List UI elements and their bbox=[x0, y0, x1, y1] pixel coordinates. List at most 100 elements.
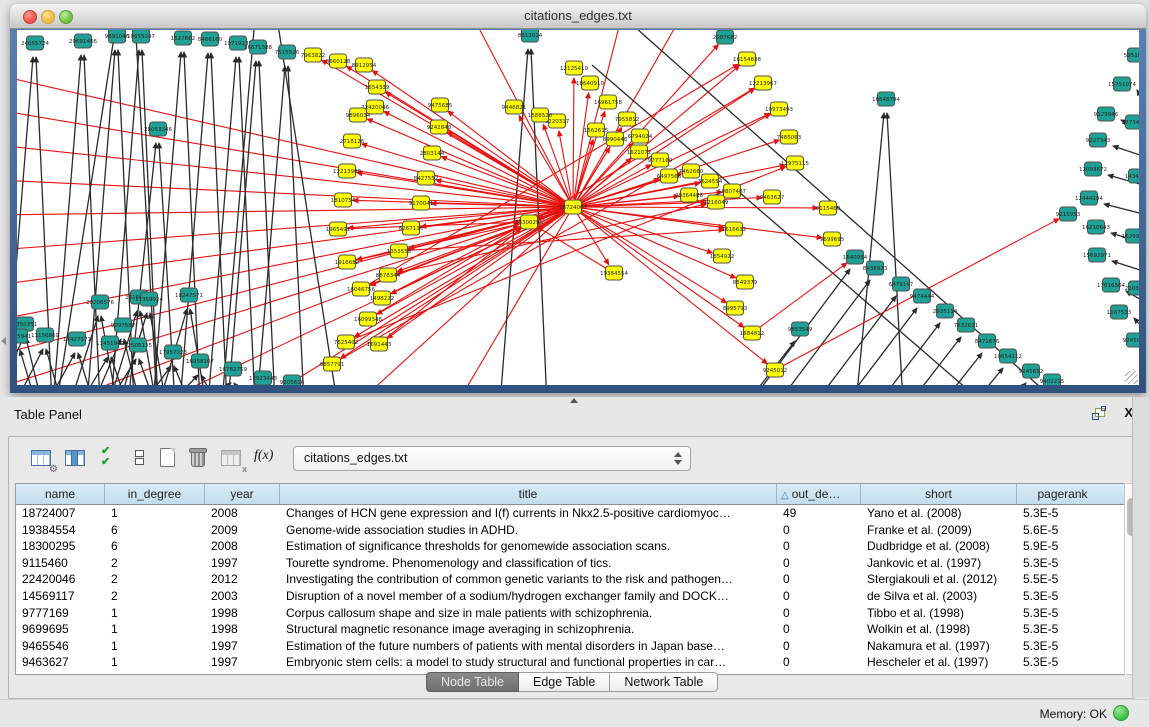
black-edge[interactable] bbox=[1113, 146, 1139, 156]
red-edge[interactable] bbox=[580, 212, 744, 328]
black-edge[interactable] bbox=[17, 338, 23, 385]
network-node[interactable]: 1616632 bbox=[722, 222, 747, 236]
red-edge[interactable] bbox=[339, 114, 770, 360]
red-edge[interactable] bbox=[758, 263, 847, 328]
network-node[interactable]: 1684812 bbox=[740, 326, 765, 340]
table-selector-dropdown[interactable]: citations_edges.txt bbox=[293, 446, 691, 471]
network-node[interactable]: 5951074 bbox=[1124, 48, 1139, 62]
network-node[interactable]: 16154838 bbox=[733, 52, 761, 66]
network-node[interactable]: 9891046 bbox=[105, 30, 130, 43]
network-node[interactable]: 12444194 bbox=[1075, 191, 1103, 205]
black-edge[interactable] bbox=[1112, 261, 1139, 271]
network-node[interactable]: 18640910 bbox=[576, 76, 604, 90]
black-edge[interactable] bbox=[208, 57, 236, 385]
network-node[interactable]: 11451942 bbox=[96, 336, 124, 350]
black-edge[interactable] bbox=[184, 52, 200, 385]
network-node[interactable]: 9857791 bbox=[320, 357, 345, 371]
network-node[interactable]: 8995793 bbox=[723, 301, 748, 315]
red-edge[interactable] bbox=[581, 207, 818, 208]
network-node[interactable]: 1621072 bbox=[627, 145, 652, 159]
column-header-title[interactable]: title bbox=[280, 484, 777, 504]
new-column-button[interactable] bbox=[155, 445, 181, 471]
network-node[interactable]: 9115460 bbox=[816, 201, 841, 215]
network-node[interactable]: 8427552 bbox=[414, 171, 439, 185]
network-node[interactable]: 20364486 bbox=[675, 188, 703, 202]
network-canvas[interactable]: 1872400718300295947568522420046989603492… bbox=[17, 30, 1139, 385]
network-node[interactable]: 9402215 bbox=[1040, 374, 1065, 385]
network-node[interactable]: 9245652 bbox=[1019, 364, 1044, 378]
network-node[interactable]: 1854922 bbox=[710, 249, 735, 263]
network-node[interactable]: 3624554 bbox=[698, 174, 723, 188]
network-node[interactable]: 8813014 bbox=[518, 30, 543, 42]
network-node[interactable]: 16958107 bbox=[186, 354, 214, 368]
column-header-pagerank[interactable]: pagerank bbox=[1017, 484, 1108, 504]
network-node[interactable]: 8938923 bbox=[863, 261, 888, 275]
window-titlebar[interactable]: citations_edges.txt bbox=[10, 4, 1146, 29]
network-node[interactable]: 9129946 bbox=[1094, 107, 1119, 121]
network-node[interactable]: 7515526 bbox=[275, 45, 300, 59]
red-edge[interactable] bbox=[543, 124, 570, 199]
network-node[interactable]: 24055724 bbox=[21, 36, 49, 50]
network-node[interactable]: 9699695 bbox=[820, 232, 845, 246]
resize-grip[interactable] bbox=[1125, 371, 1138, 384]
network-node[interactable]: 1498222 bbox=[370, 291, 395, 305]
table-row[interactable]: 911546021997Tourette syndrome. Phenomeno… bbox=[16, 555, 1125, 572]
network-node[interactable]: 1629964 bbox=[1122, 229, 1139, 243]
network-node[interactable]: 12975115 bbox=[781, 156, 809, 170]
black-edge[interactable] bbox=[1134, 318, 1139, 328]
network-node[interactable]: 16210643 bbox=[1082, 220, 1110, 234]
black-edge[interactable] bbox=[277, 30, 337, 385]
column-header-out_de[interactable]: △out_de… bbox=[777, 484, 861, 504]
network-node[interactable]: 9245012 bbox=[763, 363, 788, 377]
network-node[interactable]: 9475685 bbox=[428, 98, 453, 112]
network-node[interactable]: 8660128 bbox=[326, 54, 351, 68]
network-node[interactable]: 1353558 bbox=[387, 244, 412, 258]
tab-edge-table[interactable]: Edge Table bbox=[519, 672, 610, 692]
network-node[interactable]: 8990448 bbox=[603, 132, 628, 146]
black-edge[interactable] bbox=[1137, 90, 1139, 100]
network-node[interactable]: 9777169 bbox=[648, 153, 673, 167]
network-node[interactable]: 18247571 bbox=[175, 288, 203, 302]
black-edge[interactable] bbox=[46, 349, 62, 385]
column-header-in_degree[interactable]: in_degree bbox=[105, 484, 205, 504]
network-node[interactable]: 12213969 bbox=[333, 164, 361, 178]
table-row[interactable]: 969969511998Structural magnetic resonanc… bbox=[16, 621, 1125, 638]
network-node[interactable]: 9245052 bbox=[1123, 333, 1139, 347]
float-panel-icon[interactable] bbox=[1092, 407, 1105, 420]
network-node[interactable]: 2103654 bbox=[1125, 281, 1139, 295]
black-edge[interactable] bbox=[70, 316, 98, 385]
network-node[interactable]: 1916682 bbox=[335, 255, 360, 269]
black-edge[interactable] bbox=[973, 368, 1003, 385]
row-height-button[interactable] bbox=[127, 445, 153, 471]
network-node[interactable]: 2803144 bbox=[420, 146, 445, 160]
red-edge[interactable] bbox=[17, 145, 573, 207]
network-node[interactable]: 7963822 bbox=[301, 48, 326, 62]
network-node[interactable]: 6479197 bbox=[889, 277, 914, 291]
network-node[interactable]: 16099348 bbox=[354, 312, 382, 326]
network-node[interactable]: 8549379 bbox=[733, 275, 758, 289]
splitter-handle[interactable] bbox=[570, 398, 578, 403]
black-edge[interactable] bbox=[1007, 383, 1026, 385]
network-node[interactable]: 6794024 bbox=[628, 129, 653, 143]
red-edge[interactable] bbox=[580, 210, 736, 278]
network-node[interactable]: 1965491 bbox=[326, 222, 351, 236]
black-edge[interactable] bbox=[203, 383, 231, 385]
table-row[interactable]: 2242004622012Investigating the contribut… bbox=[16, 571, 1125, 588]
network-node[interactable]: 9446821 bbox=[502, 100, 527, 114]
network-node[interactable]: 2718126 bbox=[340, 134, 365, 148]
network-node[interactable]: 12213967 bbox=[749, 76, 777, 90]
network-node[interactable]: 19384554 bbox=[600, 266, 628, 280]
black-edge[interactable] bbox=[942, 353, 982, 385]
panel-collapse-arrow[interactable] bbox=[1, 337, 6, 345]
network-node[interactable]: 15751074 bbox=[1108, 77, 1136, 91]
network-node[interactable]: 9463627 bbox=[760, 190, 785, 204]
network-node[interactable]: 8466160 bbox=[198, 32, 223, 46]
tab-network-table[interactable]: Network Table bbox=[610, 672, 718, 692]
network-node[interactable]: 20206576 bbox=[86, 295, 114, 309]
delete-column-button[interactable] bbox=[185, 445, 211, 471]
red-edge[interactable] bbox=[573, 78, 574, 199]
table-row[interactable]: 977716911998Corpus callosum shape and si… bbox=[16, 605, 1125, 622]
table-row[interactable]: 946554611997Estimation of the future num… bbox=[16, 638, 1125, 655]
network-node[interactable]: 16648794 bbox=[872, 92, 900, 106]
black-edge[interactable] bbox=[234, 383, 250, 385]
